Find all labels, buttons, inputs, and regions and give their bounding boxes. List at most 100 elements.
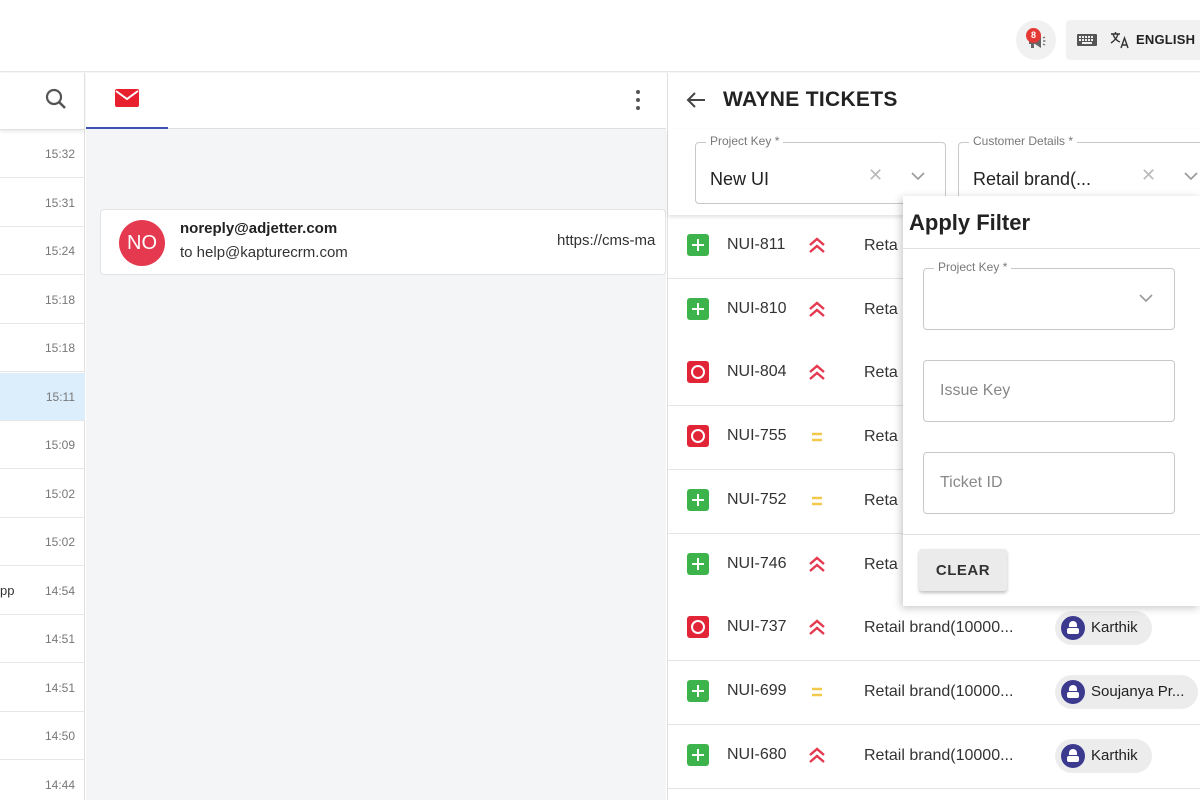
list-item[interactable]: 15:32 bbox=[0, 130, 85, 178]
list-item-time: 15:02 bbox=[44, 486, 75, 501]
assignee-chip[interactable]: Karthik bbox=[1055, 738, 1152, 773]
table-row[interactable]: NUI-737 Retail brand(10000... Karthik bbox=[668, 597, 1200, 662]
list-item-time: 14:51 bbox=[44, 632, 75, 646]
page-title: WAYNE TICKETS bbox=[723, 88, 898, 111]
announcement-button[interactable]: 8 bbox=[1016, 20, 1056, 60]
popup-project-key-select[interactable]: Project Key * bbox=[923, 260, 1175, 330]
chevron-down-icon[interactable] bbox=[1183, 171, 1199, 181]
list-item[interactable]: 15:02 bbox=[0, 470, 85, 518]
chevron-down-icon[interactable] bbox=[1138, 293, 1154, 303]
mail-icon bbox=[115, 89, 139, 107]
list-item[interactable]: 15:31 bbox=[0, 179, 85, 227]
ticket-description: Reta bbox=[864, 555, 898, 573]
list-search-area bbox=[0, 73, 85, 130]
project-key-value: New UI bbox=[710, 169, 770, 189]
back-arrow-icon[interactable] bbox=[685, 90, 707, 110]
list-item[interactable]: 15:11 bbox=[0, 372, 85, 421]
chevron-down-icon[interactable] bbox=[910, 171, 926, 181]
ticket-description: Reta bbox=[864, 491, 898, 509]
list-item[interactable]: 15:18 bbox=[0, 324, 85, 372]
new-feature-icon bbox=[687, 552, 709, 575]
list-item-time: 15:32 bbox=[44, 147, 75, 161]
keyboard-icon[interactable] bbox=[1076, 32, 1098, 48]
ticket-key[interactable]: NUI-699 bbox=[727, 682, 787, 700]
ticket-description: Reta bbox=[864, 300, 898, 318]
list-item[interactable]: 14:44 bbox=[0, 761, 85, 800]
assignee-chip[interactable]: Soujanya Pr... bbox=[1055, 674, 1199, 709]
list-item[interactable]: 15:02 bbox=[0, 518, 85, 566]
new-feature-icon bbox=[687, 234, 709, 256]
language-selector[interactable]: ENGLISH bbox=[1066, 20, 1200, 60]
mail-item[interactable]: NO noreply@adjetter.com to help@kapturec… bbox=[100, 209, 666, 275]
mail-tabs bbox=[86, 73, 666, 129]
apply-filter-popup: Apply Filter Project Key * CLEAR bbox=[903, 196, 1200, 606]
translate-icon bbox=[1110, 32, 1129, 49]
more-options-icon[interactable] bbox=[632, 88, 644, 112]
table-row[interactable]: NUI-699 Retail brand(10000... Soujanya Pr.… bbox=[668, 660, 1200, 725]
ticket-key[interactable]: NUI-755 bbox=[727, 427, 787, 445]
list-item[interactable]: 14:50 bbox=[0, 712, 85, 760]
mail-link-preview[interactable]: https://cms-ma bbox=[557, 232, 667, 249]
priority-high-icon bbox=[809, 555, 825, 572]
ticket-key[interactable]: NUI-737 bbox=[727, 618, 787, 636]
list-item-time: 15:24 bbox=[44, 244, 75, 258]
popup-project-key-label: Project Key * bbox=[934, 260, 1012, 274]
issue-key-input[interactable] bbox=[925, 362, 1165, 420]
list-item[interactable]: 15:24 bbox=[0, 227, 85, 275]
clear-icon[interactable]: ✕ bbox=[868, 165, 883, 186]
ticket-key[interactable]: NUI-810 bbox=[727, 300, 787, 318]
list-item[interactable]: 15:18 bbox=[0, 276, 85, 324]
customer-details-label: Customer Details * bbox=[969, 134, 1078, 148]
divider bbox=[903, 248, 1200, 249]
priority-high-icon bbox=[809, 619, 825, 636]
user-avatar-icon bbox=[1061, 616, 1085, 641]
list-item[interactable]: 14:51 bbox=[0, 615, 85, 663]
ticket-description: Retail brand(10000... bbox=[864, 619, 1014, 637]
list-item[interactable]: 14:51 bbox=[0, 664, 85, 712]
list-item-time: 15:11 bbox=[45, 389, 75, 404]
list-item-time: 15:31 bbox=[44, 195, 75, 210]
clear-button[interactable]: CLEAR bbox=[919, 549, 1007, 591]
ticket-id-input[interactable] bbox=[925, 454, 1165, 512]
ticket-key[interactable]: NUI-752 bbox=[727, 491, 787, 509]
priority-high-icon bbox=[809, 301, 825, 317]
assignee-chip[interactable]: Karthik bbox=[1055, 611, 1152, 646]
issue-key-field[interactable] bbox=[923, 360, 1175, 422]
ticket-key[interactable]: NUI-804 bbox=[727, 363, 787, 381]
table-row[interactable]: NUI-680 Retail brand(10000... Karthik bbox=[668, 724, 1200, 789]
priority-medium-icon bbox=[812, 496, 822, 505]
ticket-key[interactable]: NUI-680 bbox=[727, 746, 787, 764]
tab-email[interactable] bbox=[86, 73, 168, 129]
ticket-description: Reta bbox=[864, 364, 898, 382]
search-icon[interactable] bbox=[44, 87, 68, 111]
mail-sender: noreply@adjetter.com bbox=[180, 220, 338, 237]
user-avatar-icon bbox=[1061, 679, 1085, 704]
priority-medium-icon bbox=[812, 687, 822, 697]
project-key-label: Project Key * bbox=[706, 134, 784, 148]
bug-icon bbox=[687, 616, 709, 639]
new-feature-icon bbox=[687, 297, 709, 320]
ticket-description: Reta bbox=[864, 237, 898, 254]
notification-badge: 8 bbox=[1026, 28, 1041, 43]
new-feature-icon bbox=[687, 679, 709, 702]
ticket-description: Retail brand(10000... bbox=[864, 682, 1014, 700]
new-feature-icon bbox=[687, 488, 709, 511]
list-item[interactable]: pp 14:54 bbox=[0, 567, 85, 615]
ticket-key[interactable]: NUI-811 bbox=[727, 236, 785, 254]
list-item-time: 15:02 bbox=[44, 535, 75, 549]
clear-icon[interactable]: ✕ bbox=[1141, 165, 1156, 186]
priority-medium-icon bbox=[812, 432, 822, 442]
list-item-time: 14:50 bbox=[44, 729, 75, 743]
list-item[interactable]: 15:09 bbox=[0, 421, 85, 469]
mail-recipient: to help@kapturecrm.com bbox=[180, 244, 348, 261]
ticket-key[interactable]: NUI-746 bbox=[727, 555, 787, 573]
ticket-id-field[interactable] bbox=[923, 452, 1175, 514]
bug-icon bbox=[687, 425, 709, 448]
popup-title: Apply Filter bbox=[909, 210, 1031, 235]
priority-high-icon bbox=[809, 364, 825, 381]
list-item-snippet: pp bbox=[0, 582, 15, 598]
user-avatar-icon bbox=[1061, 743, 1085, 768]
customer-details-select[interactable]: Customer Details * Retail brand(... ✕ bbox=[958, 134, 1200, 204]
project-key-select[interactable]: Project Key * New UI ✕ bbox=[695, 134, 946, 204]
new-feature-icon bbox=[687, 743, 709, 766]
